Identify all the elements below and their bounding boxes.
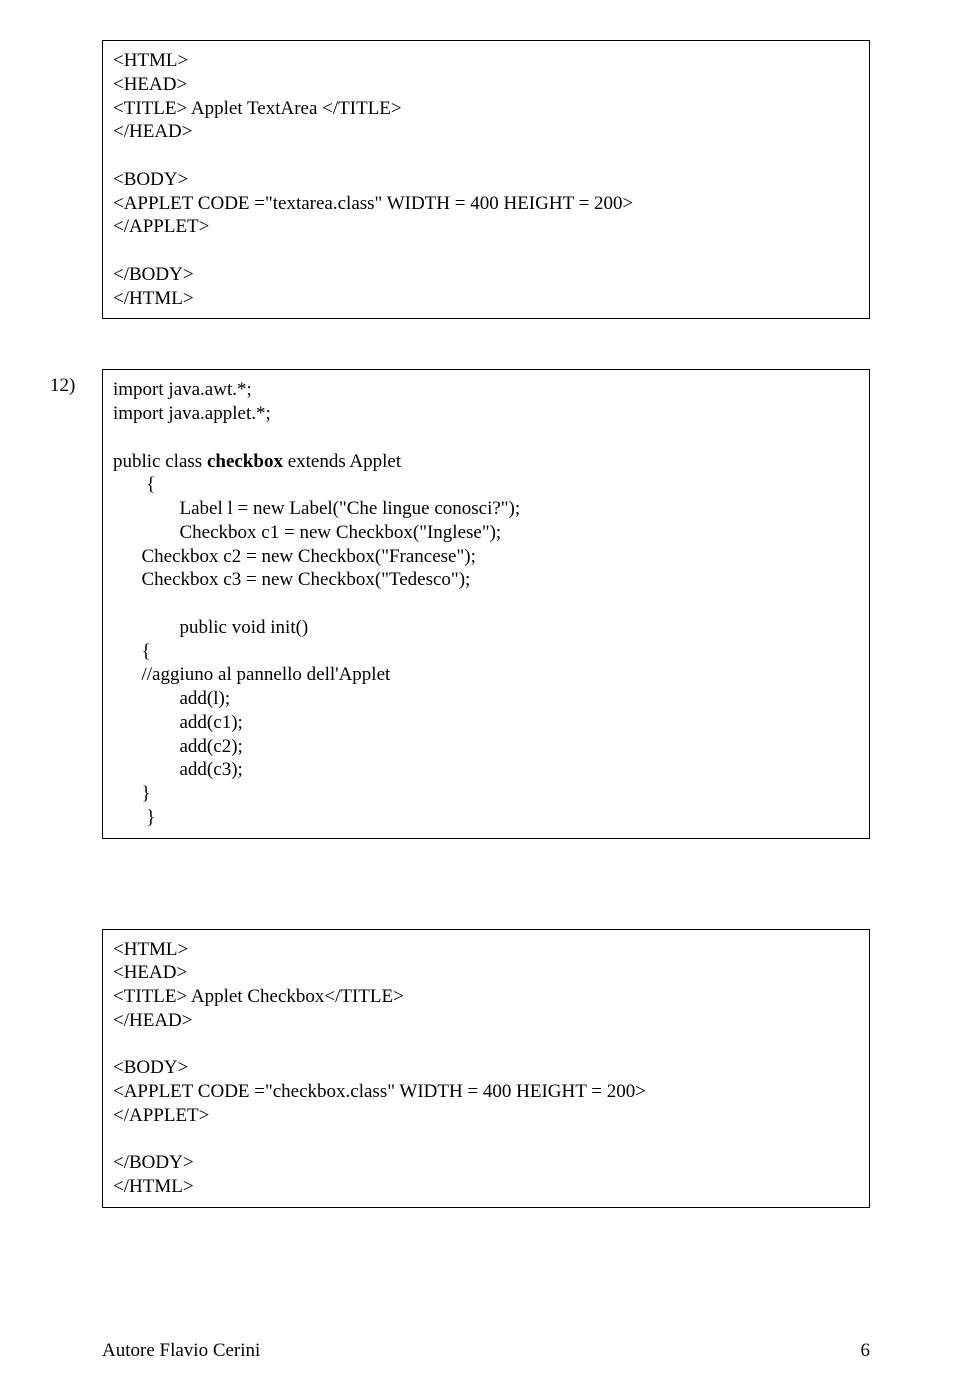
code-text: import java.awt.*; import java.applet.*;… — [113, 378, 859, 829]
code-text: <HTML> <HEAD> <TITLE> Applet TextArea </… — [113, 49, 859, 310]
code-block-2: import java.awt.*; import java.applet.*;… — [102, 369, 870, 838]
code-block-3: <HTML> <HEAD> <TITLE> Applet Checkbox</T… — [102, 929, 870, 1208]
code-block-1: <HTML> <HEAD> <TITLE> Applet TextArea </… — [102, 40, 870, 319]
list-number: 12) — [50, 375, 75, 397]
footer-page-number: 6 — [861, 1340, 871, 1362]
code-text: <HTML> <HEAD> <TITLE> Applet Checkbox</T… — [113, 938, 859, 1199]
footer-author: Autore Flavio Cerini — [102, 1340, 260, 1362]
